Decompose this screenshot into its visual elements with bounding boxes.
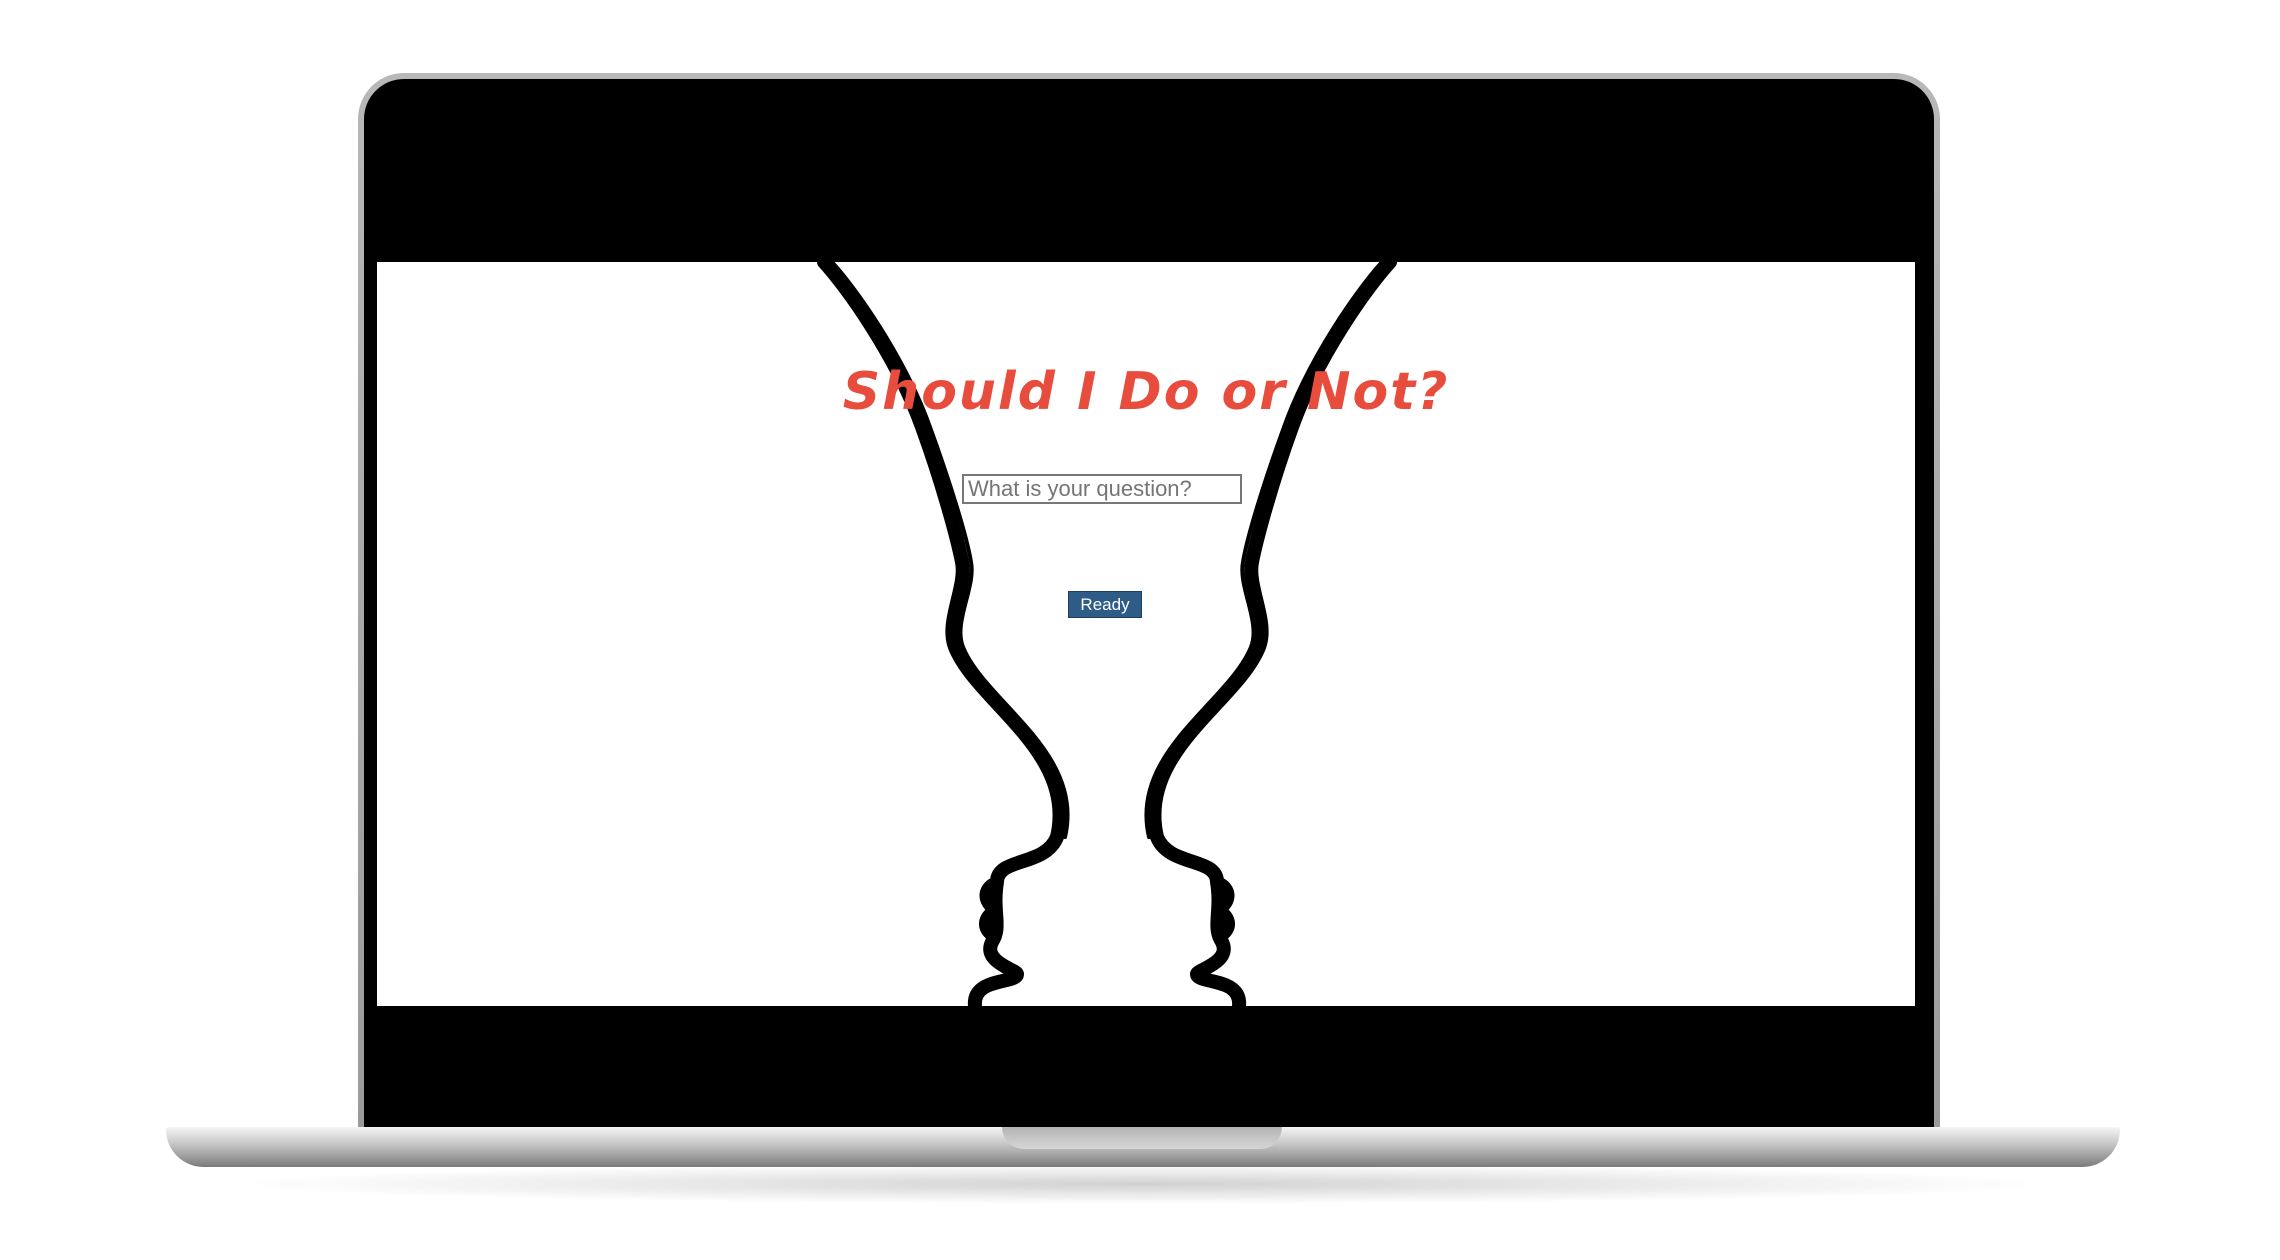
question-input[interactable] xyxy=(962,474,1242,504)
laptop-shadow xyxy=(220,1164,2066,1204)
app-title: Should I Do or Not? xyxy=(842,362,1450,422)
mockup-stage: Should I Do or Not? Ready xyxy=(0,0,2280,1260)
laptop-base-notch xyxy=(1002,1127,1282,1149)
ready-button[interactable]: Ready xyxy=(1068,591,1142,618)
laptop-base xyxy=(166,1127,2120,1167)
app-screen: Should I Do or Not? Ready xyxy=(377,262,1915,1006)
